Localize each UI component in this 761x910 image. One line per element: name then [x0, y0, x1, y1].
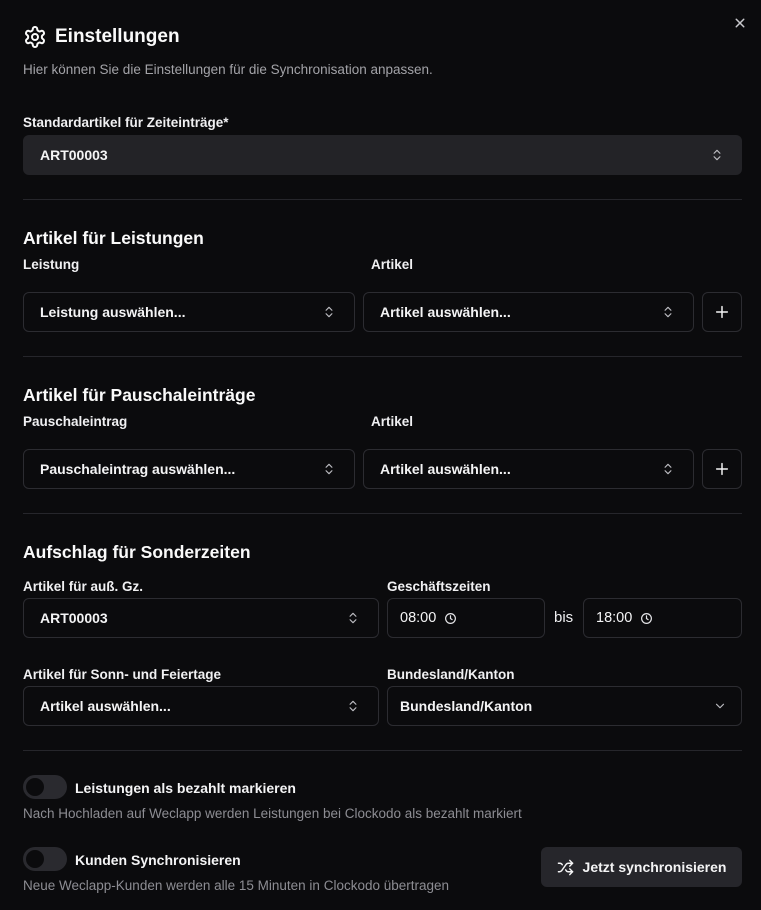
chevron-up-down-icon [322, 305, 336, 319]
add-flat-rate-mapping-button[interactable] [702, 449, 742, 489]
dialog-title: Einstellungen [55, 26, 180, 47]
default-article-select[interactable]: ART00003 [23, 135, 742, 175]
shuffle-icon [557, 859, 573, 875]
surcharge-section-title: Aufschlag für Sonderzeiten [23, 542, 251, 562]
chevron-up-down-icon [661, 462, 675, 476]
chevron-up-down-icon [346, 611, 360, 625]
default-article-label: Standardartikel für Zeiteinträge* [23, 115, 229, 130]
divider [23, 750, 742, 751]
chevron-down-icon [713, 699, 727, 713]
sync-customers-toggle-description: Neue Weclapp-Kunden werden alle 15 Minut… [23, 878, 450, 893]
add-service-mapping-button[interactable] [702, 292, 742, 332]
close-icon [735, 18, 745, 28]
mark-paid-toggle-label: Leistungen als bezahlt markieren [75, 780, 296, 796]
close-button[interactable] [731, 14, 749, 32]
toggle-knob [26, 778, 44, 796]
time-range-separator: bis [554, 609, 574, 626]
service-select[interactable]: Leistung auswählen... [23, 292, 355, 332]
mark-paid-toggle[interactable] [23, 775, 67, 799]
mark-paid-toggle-description: Nach Hochladen auf Weclapp werden Leistu… [23, 806, 522, 821]
flat-rates-section-title: Artikel für Pauschaleinträge [23, 385, 256, 405]
chevron-up-down-icon [661, 305, 675, 319]
sync-now-button[interactable]: Jetzt synchronisieren [541, 847, 742, 887]
outside-hours-article-select[interactable]: ART00003 [23, 598, 379, 638]
plus-icon [715, 305, 729, 319]
clock-icon[interactable] [444, 612, 457, 625]
business-hours-start-input[interactable]: 08:00 [387, 598, 545, 638]
plus-icon [715, 462, 729, 476]
business-hours-label: Geschäftszeiten [387, 579, 491, 594]
business-hours-end-value: 18:00 [596, 610, 633, 626]
region-select-value: Bundesland/Kanton [400, 698, 533, 714]
business-hours-end-input[interactable]: 18:00 [583, 598, 742, 638]
divider [23, 513, 742, 514]
flat-rate-entry-label: Pauschaleintrag [23, 414, 128, 429]
default-article-value: ART00003 [40, 147, 108, 163]
flat-rate-entry-select[interactable]: Pauschaleintrag auswählen... [23, 449, 355, 489]
chevron-up-down-icon [346, 699, 360, 713]
flat-rate-entry-placeholder: Pauschaleintrag auswählen... [40, 461, 236, 477]
outside-hours-article-label: Artikel für auß. Gz. [23, 579, 144, 594]
chevron-up-down-icon [322, 462, 336, 476]
settings-dialog: Einstellungen Hier können Sie die Einste… [0, 0, 761, 910]
flat-rate-article-placeholder: Artikel auswählen... [380, 461, 511, 477]
dialog-description: Hier können Sie die Einstellungen für di… [23, 62, 433, 77]
gear-icon [25, 26, 45, 48]
divider [23, 199, 742, 200]
outside-hours-article-value: ART00003 [40, 610, 108, 626]
service-label: Leistung [23, 257, 80, 272]
service-article-select[interactable]: Artikel auswählen... [363, 292, 694, 332]
service-select-placeholder: Leistung auswählen... [40, 304, 186, 320]
region-select[interactable]: Bundesland/Kanton [387, 686, 742, 726]
holidays-article-label: Artikel für Sonn- und Feiertage [23, 667, 222, 682]
holidays-article-placeholder: Artikel auswählen... [40, 698, 171, 714]
toggle-knob [26, 850, 44, 868]
chevron-up-down-icon [710, 148, 724, 162]
sync-now-button-label: Jetzt synchronisieren [582, 859, 727, 875]
clock-icon[interactable] [640, 612, 653, 625]
dialog-header: Einstellungen [23, 25, 180, 49]
sync-customers-toggle[interactable] [23, 847, 67, 871]
region-label: Bundesland/Kanton [387, 667, 515, 682]
flat-rate-article-label: Artikel [371, 414, 414, 429]
service-article-label: Artikel [371, 257, 414, 272]
sync-customers-toggle-label: Kunden Synchronisieren [75, 852, 241, 868]
services-section-title: Artikel für Leistungen [23, 228, 204, 248]
holidays-article-select[interactable]: Artikel auswählen... [23, 686, 379, 726]
service-article-placeholder: Artikel auswählen... [380, 304, 511, 320]
divider [23, 356, 742, 357]
flat-rate-article-select[interactable]: Artikel auswählen... [363, 449, 694, 489]
business-hours-start-value: 08:00 [400, 610, 437, 626]
